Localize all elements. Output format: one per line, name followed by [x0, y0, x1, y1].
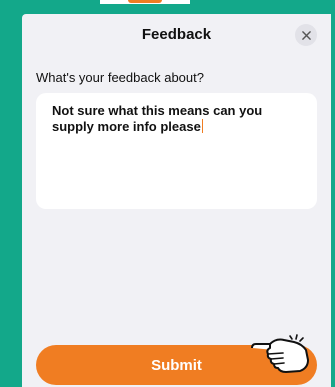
feedback-sheet: Feedback What's your feedback about? Not… — [22, 14, 331, 387]
top-accent — [128, 0, 162, 3]
submit-label: Submit — [151, 356, 202, 374]
close-icon — [301, 30, 311, 40]
close-button[interactable] — [295, 24, 317, 46]
text-caret — [201, 119, 204, 133]
sheet-header: Feedback — [22, 14, 331, 54]
feedback-text: Not sure what this means can you supply … — [52, 103, 263, 134]
question-label: What's your feedback about? — [36, 70, 204, 85]
pointing-hand-icon — [251, 334, 309, 373]
page-title: Feedback — [141, 26, 212, 43]
feedback-textarea[interactable]: Not sure what this means can you supply … — [36, 93, 317, 209]
